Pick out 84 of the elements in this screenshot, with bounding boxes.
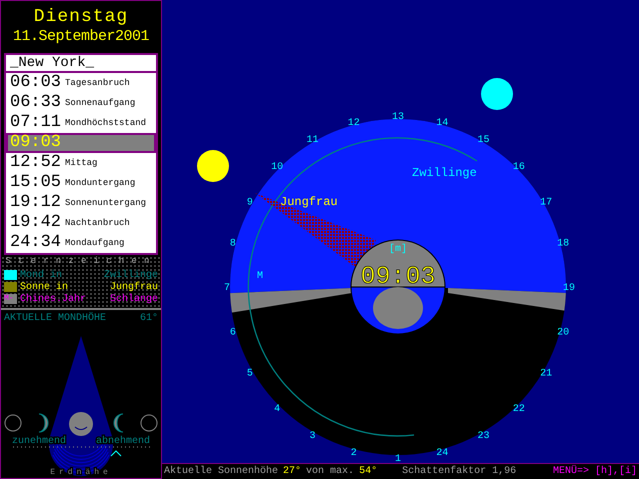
hour-label: 16	[512, 162, 525, 174]
hour-label: 18	[557, 238, 570, 250]
city-field[interactable]: _New York_	[6, 55, 156, 73]
earth-shape	[373, 287, 423, 329]
hour-label: 23	[478, 431, 490, 442]
event-time: 07:11	[10, 114, 62, 132]
hour-label: 2	[350, 448, 357, 460]
date-title: 11.September2001	[12, 27, 150, 47]
event-label: Sonnenaufgang	[65, 98, 136, 108]
hour-label: 1	[395, 454, 401, 463]
zodiac-label: Chines.Jahr	[20, 294, 88, 304]
weekday-title: Dienstag	[34, 7, 128, 27]
hour-label: 8	[230, 238, 236, 250]
hour-label: 9	[246, 198, 253, 208]
moon-height-label: AKTUELLE MONDHÖHE	[4, 313, 106, 325]
hour-label: 6	[230, 327, 236, 338]
hour-label: 4	[274, 404, 280, 415]
hour-label: 10	[271, 162, 284, 174]
event-row[interactable]: 24:34 Mondaufgang	[6, 233, 156, 253]
event-time: 06:03	[10, 74, 62, 92]
hour-label: 5	[246, 368, 253, 380]
sun-icon	[197, 150, 229, 182]
zodiac-title: Sternzeichen	[4, 256, 158, 268]
event-row[interactable]: 19:12 Sonnenuntergang	[6, 193, 156, 213]
hour-label: 24	[436, 448, 448, 460]
hour-label: 20	[557, 327, 570, 338]
clock-time: 09:03	[360, 262, 436, 291]
event-time: 19:12	[10, 194, 62, 212]
event-label: Mondhöchststand	[65, 118, 146, 128]
hour-label: 21	[540, 368, 552, 380]
event-row[interactable]: 06:03 Tagesanbruch	[6, 73, 156, 93]
color-swatch: M-	[4, 294, 17, 304]
shadow-factor: Schattenfaktor 1,96	[402, 466, 516, 477]
event-row[interactable]: 09:03	[6, 133, 156, 153]
moon-marker: M	[257, 271, 264, 282]
full-moon-icon	[69, 412, 93, 436]
zodiac-value: Zwillinge	[104, 270, 158, 280]
event-label: Sonnenuntergang	[65, 198, 146, 208]
event-time: 24:34	[10, 234, 62, 252]
event-label: Mittag	[65, 158, 98, 168]
hour-label: 17	[540, 198, 552, 208]
hour-label: 15	[478, 134, 490, 146]
event-row[interactable]: 19:42 Nachtanbruch	[6, 213, 156, 233]
moon-phase-icon	[4, 414, 22, 432]
sun-height-label: Aktuelle Sonnenhöhe	[164, 466, 278, 477]
hour-label: 7	[224, 283, 230, 294]
event-label: Nachtanbruch	[65, 218, 130, 228]
hour-label: 19	[563, 283, 575, 294]
event-row[interactable]: 06:33 Sonnenaufgang	[6, 93, 156, 113]
event-time: 06:33	[10, 94, 62, 112]
zodiac-value: Schlange	[110, 294, 158, 304]
pointer-icon	[110, 450, 122, 456]
event-time: 09:03	[10, 134, 62, 152]
hour-label: 11	[306, 134, 318, 146]
zodiac-label: Sonne in	[20, 282, 70, 292]
event-time: 19:42	[10, 214, 62, 232]
event-time: 12:52	[10, 154, 62, 172]
event-label: Tagesanbruch	[65, 78, 130, 88]
moon-phase-icon	[140, 414, 158, 432]
event-row[interactable]: 07:11 Mondhöchststand	[6, 113, 156, 133]
menu-hint[interactable]: MENÜ=> [h],[i]	[552, 466, 637, 477]
zodiac-label: Mond in	[20, 270, 64, 280]
moon-height-value: 61°	[140, 313, 158, 325]
hour-label: 3	[310, 431, 316, 442]
event-row[interactable]: 12:52 Mittag	[6, 153, 156, 173]
event-label: Mondaufgang	[65, 238, 124, 248]
sun-sign-label: Jungfrau	[280, 195, 338, 209]
event-row[interactable]: 15:05 Monduntergang	[6, 173, 156, 193]
hour-label: 13	[392, 112, 404, 123]
event-label: Monduntergang	[65, 178, 136, 188]
moon-icon	[481, 78, 513, 110]
perigee-caption: Erdnähe	[50, 468, 112, 477]
moon-sign-label: Zwillinge	[412, 166, 477, 180]
hour-label: 12	[348, 118, 360, 129]
hour-label: 22	[512, 404, 525, 415]
moon-phase-icon	[38, 414, 48, 432]
event-time: 15:05	[10, 174, 62, 192]
moon-phase-icon	[114, 414, 124, 432]
max-height-value: 54°	[359, 466, 378, 477]
sun-height-value: 27°	[283, 466, 302, 477]
hour-label: 14	[436, 118, 448, 129]
clock-label: [m]	[389, 244, 407, 255]
zodiac-value: Jungfrau	[110, 282, 158, 292]
max-height-label: von max.	[306, 466, 354, 477]
